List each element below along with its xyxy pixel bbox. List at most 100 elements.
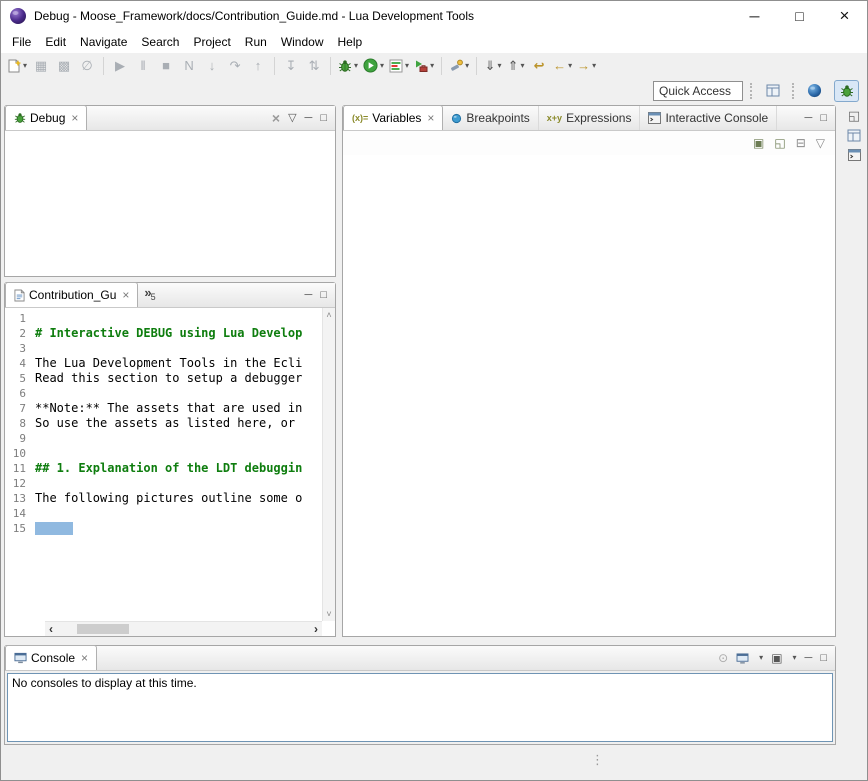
minimize-view-icon[interactable]: ─ (305, 113, 313, 124)
tab-expressions[interactable]: x+y Expressions (539, 106, 641, 130)
toolbar-grip[interactable] (750, 83, 753, 99)
code-line[interactable]: 5Read this section to setup a debugger (5, 371, 322, 386)
code-line[interactable]: 2# Interactive DEBUG using Lua Develop (5, 326, 322, 341)
line-number[interactable]: 6 (5, 386, 35, 401)
menu-navigate[interactable]: Navigate (73, 33, 134, 51)
view-menu-icon[interactable]: ▽ (288, 113, 296, 124)
line-number[interactable]: 14 (5, 506, 35, 521)
line-number[interactable]: 10 (5, 446, 35, 461)
menu-help[interactable]: Help (331, 33, 370, 51)
code-line[interactable]: 7**Note:** The assets that are used in (5, 401, 322, 416)
code-line[interactable]: 3 (5, 341, 322, 356)
editor-vertical-scrollbar[interactable]: ˄ ˅ (322, 308, 335, 621)
view-menu-icon[interactable]: ▽ (816, 137, 825, 149)
line-number[interactable]: 15 (5, 521, 35, 536)
lua-perspective-button[interactable] (802, 80, 827, 102)
menu-project[interactable]: Project (186, 33, 237, 51)
minimize-view-icon[interactable]: ─ (305, 290, 313, 301)
external-tools-button[interactable]: ▾ (412, 55, 436, 77)
coverage-button[interactable]: ▾ (387, 55, 411, 77)
new-button[interactable]: ▾ (6, 55, 29, 77)
close-tab-icon[interactable]: × (122, 289, 129, 301)
code-line[interactable]: 11## 1. Explanation of the LDT debuggin (5, 461, 322, 476)
run-button[interactable]: ▾ (361, 55, 386, 77)
tab-console[interactable]: Console × (5, 645, 97, 670)
scroll-up-icon[interactable]: ˄ (326, 310, 331, 320)
code-line[interactable]: 15 (5, 521, 322, 536)
vertical-sash[interactable] (336, 105, 342, 637)
line-number[interactable]: 13 (5, 491, 35, 506)
open-console-icon[interactable]: ▣ (771, 652, 782, 664)
dropdown-icon[interactable]: ▾ (759, 654, 763, 662)
menu-run[interactable]: Run (238, 33, 274, 51)
code-line[interactable]: 1 (5, 311, 322, 326)
line-number[interactable]: 7 (5, 401, 35, 416)
line-number[interactable]: 11 (5, 461, 35, 476)
line-number[interactable]: 12 (5, 476, 35, 491)
close-tab-icon[interactable]: × (427, 112, 434, 124)
code-line[interactable]: 9 (5, 431, 322, 446)
scroll-right-icon[interactable]: › (314, 623, 318, 635)
toolbar-grip[interactable] (792, 83, 795, 99)
next-annotation-button[interactable]: ⇓ ▾ (482, 55, 504, 77)
editor-horizontal-scrollbar[interactable]: ‹ › (45, 621, 322, 636)
scroll-down-icon[interactable]: ˅ (326, 609, 331, 619)
tab-breakpoints[interactable]: Breakpoints (443, 106, 538, 130)
previous-annotation-button[interactable]: ⇑ ▾ (505, 55, 527, 77)
code-line[interactable]: 4The Lua Development Tools in the Ecli (5, 356, 322, 371)
search-button[interactable]: ▾ (447, 55, 471, 77)
horizontal-sash-left[interactable] (4, 277, 336, 282)
code-area[interactable]: 1 2# Interactive DEBUG using Lua Develop… (5, 311, 322, 621)
open-perspective-button[interactable] (760, 80, 785, 102)
horizontal-scroll-track[interactable] (63, 624, 304, 634)
line-number[interactable]: 5 (5, 371, 35, 386)
scroll-left-icon[interactable]: ‹ (49, 623, 53, 635)
menu-search[interactable]: Search (134, 33, 186, 51)
horizontal-sash-console[interactable] (4, 637, 836, 645)
line-number[interactable]: 3 (5, 341, 35, 356)
code-line[interactable]: 10 (5, 446, 322, 461)
code-line[interactable]: 8So use the assets as listed here, or (5, 416, 322, 431)
maximize-view-icon[interactable]: □ (320, 113, 327, 124)
code-line[interactable]: 14 (5, 506, 322, 521)
minimized-view-outline-icon[interactable] (847, 129, 861, 142)
maximize-view-icon[interactable]: □ (820, 653, 827, 664)
window-close-button[interactable]: × (822, 1, 867, 31)
debug-perspective-button[interactable] (834, 80, 859, 102)
debug-button[interactable]: ▾ (336, 55, 360, 77)
minimize-view-icon[interactable]: ─ (805, 113, 813, 124)
quick-access-button[interactable]: Quick Access (653, 81, 743, 101)
collapse-all-icon[interactable]: ⊟ (796, 137, 806, 149)
minimized-view-console-icon[interactable] (848, 149, 861, 161)
forward-button[interactable]: → ▾ (575, 55, 598, 77)
code-line[interactable]: 13The following pictures outline some o (5, 491, 322, 506)
menu-edit[interactable]: Edit (38, 33, 73, 51)
last-edit-location-button[interactable]: ↩ (528, 55, 550, 77)
line-number[interactable]: 9 (5, 431, 35, 446)
hidden-editors-chevron[interactable]: » 5 (138, 283, 161, 307)
back-button[interactable]: ← ▾ (551, 55, 574, 77)
menu-window[interactable]: Window (274, 33, 331, 51)
close-tab-icon[interactable]: × (71, 112, 78, 124)
minimize-view-icon[interactable]: ─ (805, 653, 813, 664)
show-logical-structures-icon[interactable]: ◱ (774, 137, 785, 149)
tab-debug[interactable]: Debug × (5, 105, 87, 130)
line-number[interactable]: 8 (5, 416, 35, 431)
line-number[interactable]: 4 (5, 356, 35, 371)
maximize-view-icon[interactable]: □ (820, 113, 827, 124)
tab-contribution-guide[interactable]: Contribution_Gu × (5, 282, 138, 307)
window-minimize-button[interactable]: ─ (732, 1, 777, 31)
line-number[interactable]: 1 (5, 311, 35, 326)
menu-file[interactable]: File (5, 33, 38, 51)
maximize-view-icon[interactable]: □ (320, 290, 327, 301)
horizontal-scrollbar-thumb[interactable] (77, 624, 129, 634)
show-type-names-icon[interactable]: ▣ (753, 137, 764, 149)
tab-interactive-console[interactable]: Interactive Console (640, 106, 777, 130)
restore-view-icon[interactable]: ◱ (848, 109, 860, 122)
dropdown-icon[interactable]: ▾ (793, 654, 797, 662)
tab-variables[interactable]: (x)= Variables × (343, 105, 443, 130)
line-number[interactable]: 2 (5, 326, 35, 341)
close-tab-icon[interactable]: × (81, 652, 88, 664)
window-maximize-button[interactable]: □ (777, 1, 822, 31)
code-line[interactable]: 6 (5, 386, 322, 401)
